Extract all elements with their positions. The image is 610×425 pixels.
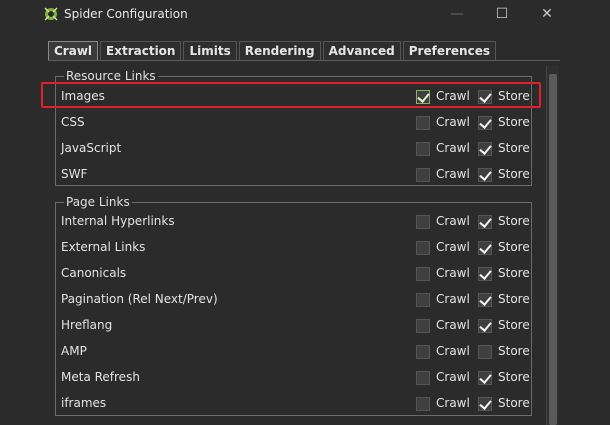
- option-label: Hreflang: [61, 318, 113, 332]
- option-label: CSS: [61, 115, 85, 129]
- store-label[interactable]: Store: [498, 141, 530, 155]
- crawl-checkbox[interactable]: [416, 293, 430, 307]
- option-row-css: CSS Crawl Store: [56, 110, 533, 136]
- option-row-internal-hyperlinks: Internal Hyperlinks Crawl Store: [56, 209, 533, 235]
- store-checkbox[interactable]: [478, 371, 492, 385]
- highlight-box: [41, 82, 541, 108]
- crawl-label[interactable]: Crawl: [436, 214, 470, 228]
- store-checkbox[interactable]: [478, 267, 492, 281]
- option-label: AMP: [61, 344, 87, 358]
- crawl-label[interactable]: Crawl: [436, 167, 470, 181]
- store-label[interactable]: Store: [498, 214, 530, 228]
- crawl-checkbox[interactable]: [416, 116, 430, 130]
- store-checkbox[interactable]: [478, 215, 492, 229]
- group-title-page-links: Page Links: [64, 194, 132, 210]
- option-row-meta-refresh: Meta Refresh Crawl Store: [56, 365, 533, 391]
- crawl-label[interactable]: Crawl: [436, 141, 470, 155]
- option-row-pagination: Pagination (Rel Next/Prev) Crawl Store: [56, 287, 533, 313]
- store-label[interactable]: Store: [498, 167, 530, 181]
- store-checkbox[interactable]: [478, 168, 492, 182]
- title-bar: Spider Configuration — ☐ ✕: [0, 0, 610, 29]
- option-row-hreflang: Hreflang Crawl Store: [56, 313, 533, 339]
- crawl-label[interactable]: Crawl: [436, 396, 470, 410]
- store-checkbox[interactable]: [478, 319, 492, 333]
- close-button[interactable]: ✕: [537, 5, 557, 23]
- window-title: Spider Configuration: [64, 7, 188, 21]
- crawl-checkbox[interactable]: [416, 142, 430, 156]
- crawl-checkbox[interactable]: [416, 215, 430, 229]
- tab-strip: Crawl Extraction Limits Rendering Advanc…: [48, 41, 496, 61]
- store-checkbox[interactable]: [478, 241, 492, 255]
- store-checkbox[interactable]: [478, 293, 492, 307]
- tab-extraction[interactable]: Extraction: [100, 41, 182, 60]
- crawl-checkbox[interactable]: [416, 241, 430, 255]
- store-label[interactable]: Store: [498, 370, 530, 384]
- tab-crawl[interactable]: Crawl: [48, 41, 99, 60]
- option-row-swf: SWF Crawl Store: [56, 162, 533, 188]
- option-label: JavaScript: [61, 141, 122, 155]
- store-label[interactable]: Store: [498, 240, 530, 254]
- store-checkbox[interactable]: [478, 116, 492, 130]
- store-label[interactable]: Store: [498, 115, 530, 129]
- crawl-label[interactable]: Crawl: [436, 115, 470, 129]
- option-label: Meta Refresh: [61, 370, 140, 384]
- spider-app-icon: [44, 7, 58, 21]
- crawl-checkbox[interactable]: [416, 267, 430, 281]
- scrollbar-thumb[interactable]: [549, 74, 557, 425]
- option-row-external-links: External Links Crawl Store: [56, 235, 533, 261]
- option-row-amp: AMP Crawl Store: [56, 339, 533, 365]
- tab-divider: [48, 60, 560, 61]
- crawl-label[interactable]: Crawl: [436, 266, 470, 280]
- option-label: SWF: [61, 167, 88, 181]
- tab-limits[interactable]: Limits: [183, 41, 237, 60]
- store-checkbox[interactable]: [478, 397, 492, 411]
- crawl-label[interactable]: Crawl: [436, 344, 470, 358]
- option-row-javascript: JavaScript Crawl Store: [56, 136, 533, 162]
- minimize-button[interactable]: —: [447, 5, 467, 23]
- option-label: External Links: [61, 240, 146, 254]
- store-checkbox[interactable]: [478, 345, 492, 359]
- crawl-checkbox[interactable]: [416, 397, 430, 411]
- store-label[interactable]: Store: [498, 292, 530, 306]
- crawl-checkbox[interactable]: [416, 345, 430, 359]
- option-label: Canonicals: [61, 266, 127, 280]
- page-links-group: Page Links Internal Hyperlinks Crawl Sto…: [55, 194, 533, 417]
- store-checkbox[interactable]: [478, 142, 492, 156]
- store-label[interactable]: Store: [498, 396, 530, 410]
- crawl-label[interactable]: Crawl: [436, 318, 470, 332]
- tab-rendering[interactable]: Rendering: [238, 41, 321, 60]
- crawl-label[interactable]: Crawl: [436, 370, 470, 384]
- option-label: Pagination (Rel Next/Prev): [61, 292, 218, 306]
- store-label[interactable]: Store: [498, 266, 530, 280]
- option-row-iframes: iframes Crawl Store: [56, 391, 533, 417]
- option-row-canonicals: Canonicals Crawl Store: [56, 261, 533, 287]
- crawl-label[interactable]: Crawl: [436, 240, 470, 254]
- crawl-checkbox[interactable]: [416, 168, 430, 182]
- tab-preferences[interactable]: Preferences: [402, 41, 496, 60]
- store-label[interactable]: Store: [498, 344, 530, 358]
- store-label[interactable]: Store: [498, 318, 530, 332]
- option-label: Internal Hyperlinks: [61, 214, 175, 228]
- crawl-label[interactable]: Crawl: [436, 292, 470, 306]
- option-label: iframes: [61, 396, 107, 410]
- crawl-checkbox[interactable]: [416, 319, 430, 333]
- maximize-button[interactable]: ☐: [492, 5, 512, 23]
- crawl-checkbox[interactable]: [416, 371, 430, 385]
- tab-advanced[interactable]: Advanced: [322, 41, 401, 60]
